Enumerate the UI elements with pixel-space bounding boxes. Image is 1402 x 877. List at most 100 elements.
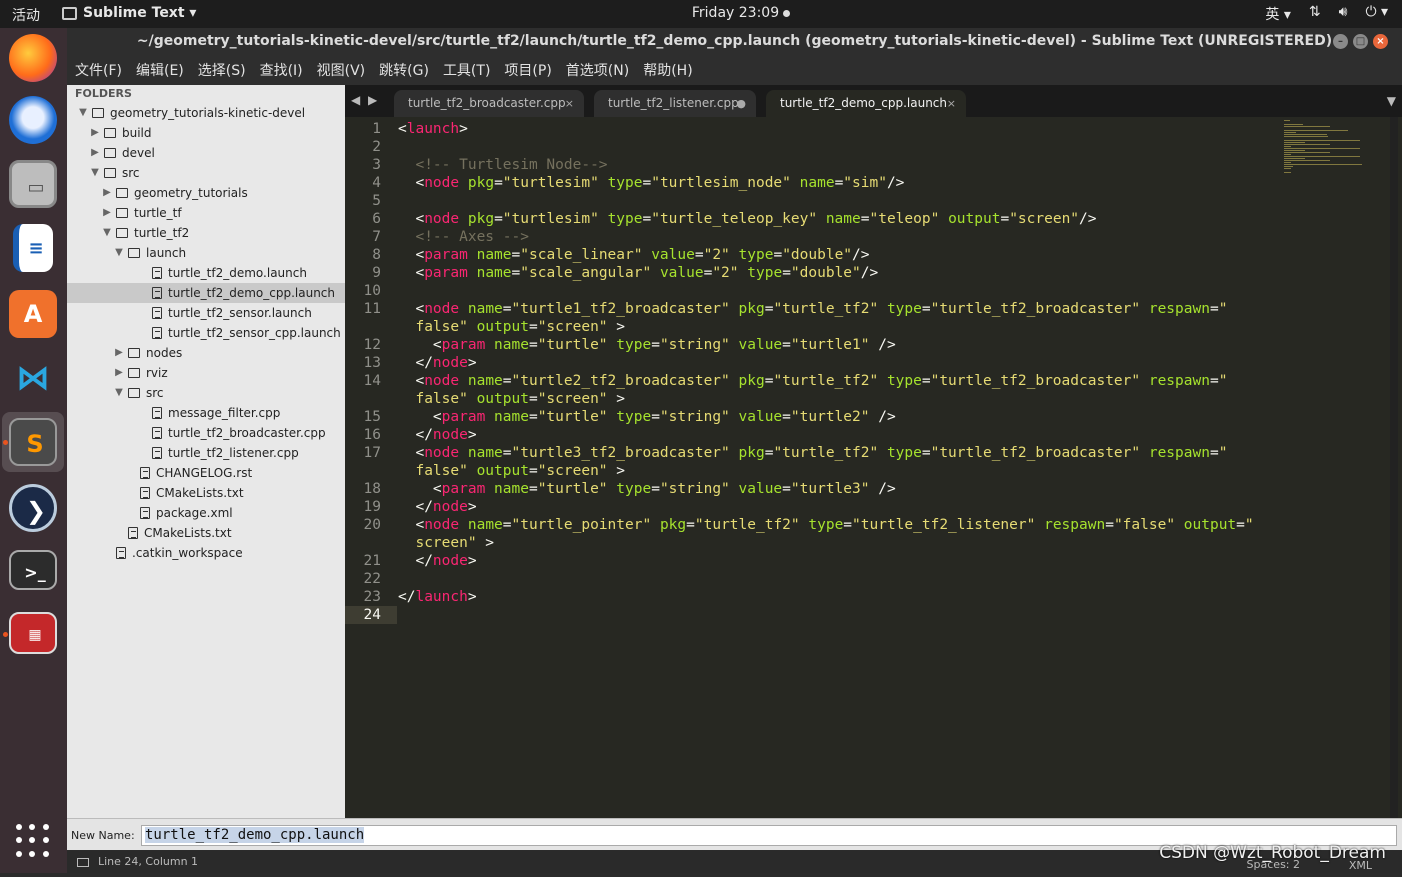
code-token: = <box>511 247 521 263</box>
expand-right-icon[interactable]: ▶ <box>113 363 125 383</box>
minimap-line <box>1284 150 1305 151</box>
menu-item[interactable]: 文件(F) <box>75 60 122 80</box>
tree-folder-row[interactable]: ▼ src <box>67 383 345 403</box>
menu-item[interactable]: 查找(I) <box>260 60 303 80</box>
tree-file-row[interactable]: turtle_tf2_broadcaster.cpp <box>67 423 345 443</box>
panel-toggle-icon[interactable] <box>77 858 89 867</box>
tree-file-row[interactable]: CHANGELOG.rst <box>67 463 345 483</box>
tree-file-row[interactable]: message_filter.cpp <box>67 403 345 423</box>
software-icon[interactable]: A <box>9 290 57 338</box>
code-token: type <box>607 175 643 191</box>
tab-nav-arrows-icon[interactable]: ◀ ▶ <box>351 93 379 107</box>
qtcreator-icon[interactable]: ❯ <box>9 484 57 532</box>
code-token: "turtlesim" <box>502 175 599 191</box>
code-token: = <box>502 517 512 533</box>
tree-folder-row[interactable]: ▶ build <box>67 123 345 143</box>
close-button[interactable]: × <box>1373 34 1388 49</box>
tree-folder-row[interactable]: ▶ turtle_tf <box>67 203 345 223</box>
tree-folder-row[interactable]: ▼ launch <box>67 243 345 263</box>
minimize-button[interactable]: – <box>1333 34 1348 49</box>
tree-file-row[interactable]: CMakeLists.txt <box>67 483 345 503</box>
menu-item[interactable]: 帮助(H) <box>643 60 692 80</box>
expand-right-icon[interactable]: ▶ <box>113 343 125 363</box>
vertical-scrollbar[interactable] <box>1390 117 1398 818</box>
writer-icon[interactable]: ≡ <box>13 224 53 272</box>
volume-icon[interactable]: 🔊︎ <box>1339 4 1348 24</box>
line-number: 19 <box>363 499 381 515</box>
tree-folder-row[interactable]: ▶ nodes <box>67 343 345 363</box>
power-icon[interactable]: ⏻ ▾ <box>1365 4 1388 24</box>
network-icon[interactable]: ⇅ <box>1309 4 1321 24</box>
menu-item[interactable]: 工具(T) <box>443 60 490 80</box>
minimap[interactable] <box>1284 120 1384 180</box>
tree-folder-row[interactable]: ▶ rviz <box>67 363 345 383</box>
tab-close-icon[interactable]: × <box>565 90 574 117</box>
expand-down-icon[interactable]: ▼ <box>101 223 113 243</box>
code-token: node <box>424 517 460 533</box>
expand-right-icon[interactable]: ▶ <box>101 203 113 223</box>
tree-folder-row[interactable]: ▼ geometry_tutorials-kinetic-devel <box>67 103 345 123</box>
input-method-indicator[interactable]: 英 ▾ <box>1265 4 1290 24</box>
tree-folder-row[interactable]: ▶ geometry_tutorials <box>67 183 345 203</box>
menu-item[interactable]: 视图(V) <box>317 60 366 80</box>
editor-tab[interactable]: turtle_tf2_demo_cpp.launch × <box>766 90 966 117</box>
expand-down-icon[interactable]: ▼ <box>113 383 125 403</box>
tab-close-icon[interactable]: × <box>947 90 956 117</box>
clock[interactable]: Friday 23:09 <box>0 5 1402 21</box>
thunderbird-icon[interactable] <box>9 96 57 144</box>
unsaved-dot-icon[interactable]: ● <box>736 90 746 117</box>
expand-right-icon[interactable]: ▶ <box>101 183 113 203</box>
sidebar-folders[interactable]: FOLDERS ▼ geometry_tutorials-kinetic-deve… <box>67 85 345 818</box>
terminal-icon[interactable]: >_ <box>9 550 57 590</box>
editor-tab[interactable]: turtle_tf2_broadcaster.cpp × <box>394 90 584 117</box>
maximize-button[interactable]: □ <box>1353 34 1368 49</box>
code-token: = <box>1236 517 1245 533</box>
code-token: "turtlesim" <box>502 211 599 227</box>
tree-folder-row[interactable]: ▼ turtle_tf2 <box>67 223 345 243</box>
line-number: 24 <box>363 607 381 623</box>
firefox-icon[interactable] <box>9 34 57 82</box>
menu-item[interactable]: 首选项(N) <box>566 60 629 80</box>
tree-file-row[interactable]: turtle_tf2_demo_cpp.launch <box>67 283 345 303</box>
tree-file-row[interactable]: CMakeLists.txt <box>67 523 345 543</box>
code-token: < <box>398 373 425 389</box>
expand-down-icon[interactable]: ▼ <box>77 103 89 123</box>
tree-folder-row[interactable]: ▼ src <box>67 163 345 183</box>
window-titlebar[interactable]: ~/geometry_tutorials-kinetic-devel/src/t… <box>67 28 1402 55</box>
code-token: "2" <box>712 265 739 281</box>
tree-file-row[interactable]: turtle_tf2_demo.launch <box>67 263 345 283</box>
code-editor[interactable]: 1 2 3 4 5 6 7 8 9 10 11 12 13 14 15 16 17 18 19 20 21 22 23 24 … <box>345 117 1402 818</box>
menu-item[interactable]: 编辑(E) <box>136 60 184 80</box>
line-number <box>341 534 381 552</box>
menu-item[interactable]: 项目(P) <box>504 60 551 80</box>
tree-folder-row[interactable]: ▶ devel <box>67 143 345 163</box>
code-token: respawn <box>1148 445 1210 461</box>
tree-file-row[interactable]: turtle_tf2_listener.cpp <box>67 443 345 463</box>
tab-menu-icon[interactable]: ▼ <box>1387 94 1396 108</box>
tree-file-row[interactable]: turtle_tf2_sensor.launch <box>67 303 345 323</box>
expand-down-icon[interactable]: ▼ <box>113 243 125 263</box>
expand-right-icon[interactable]: ▶ <box>89 143 101 163</box>
tree-file-row[interactable]: turtle_tf2_sensor_cpp.launch <box>67 323 345 343</box>
menu-item[interactable]: 跳转(G) <box>379 60 429 80</box>
system-tray[interactable]: 英 ▾ ⇅ 🔊︎ ⏻ ▾ <box>1265 4 1388 24</box>
tree-file-row[interactable]: package.xml <box>67 503 345 523</box>
tree-item-label: CMakeLists.txt <box>144 526 232 540</box>
files-icon[interactable]: ▭ <box>9 160 57 208</box>
show-applications-icon[interactable] <box>16 824 50 858</box>
code-line: </launch> <box>398 588 477 606</box>
editor-tab[interactable]: turtle_tf2_listener.cpp ● <box>594 90 756 117</box>
terminator-icon[interactable]: ▦ <box>9 612 57 654</box>
expand-right-icon[interactable]: ▶ <box>89 123 101 143</box>
menu-item[interactable]: 选择(S) <box>198 60 246 80</box>
tree-file-row[interactable]: .catkin_workspace <box>67 543 345 563</box>
vscode-icon[interactable]: ⋈ <box>9 354 57 402</box>
sublime-icon[interactable]: S <box>9 418 57 466</box>
code-token: = <box>528 409 538 425</box>
expand-down-icon[interactable]: ▼ <box>89 163 101 183</box>
code-token: > <box>467 553 477 569</box>
